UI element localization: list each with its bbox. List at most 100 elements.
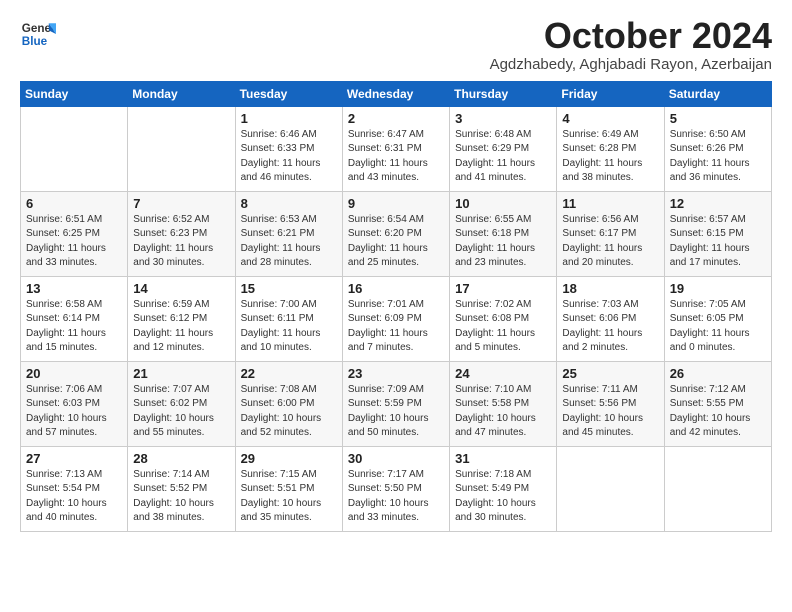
calendar-day-cell: 10Sunrise: 6:55 AM Sunset: 6:18 PM Dayli… [450, 191, 557, 276]
day-info: Sunrise: 7:17 AM Sunset: 5:50 PM Dayligh… [348, 468, 444, 526]
day-info: Sunrise: 7:01 AM Sunset: 6:09 PM Dayligh… [348, 298, 444, 356]
day-number: 17 [455, 281, 551, 296]
calendar-day-cell: 23 Sunrise: 7:09 AM Sunset: 5:59 PM Dayli… [342, 361, 449, 446]
calendar-day-cell: 15Sunrise: 7:00 AM Sunset: 6:11 PM Dayli… [235, 276, 342, 361]
calendar-day-cell: 9Sunrise: 6:54 AM Sunset: 6:20 PM Daylig… [342, 191, 449, 276]
day-info: Sunrise: 6:53 AM Sunset: 6:21 PM Dayligh… [241, 213, 337, 271]
page-header: General Blue October 2024 Agdzhabedy, Ag… [20, 16, 772, 73]
day-info: Sunrise: 6:51 AM Sunset: 6:25 PM Dayligh… [26, 213, 122, 271]
day-info: Sunrise: 7:08 AM Sunset: 6:00 PM Dayligh… [241, 383, 337, 441]
calendar-day-cell: 8 Sunrise: 6:53 AM Sunset: 6:21 PM Daylig… [235, 191, 342, 276]
day-info: Sunrise: 6:49 AM Sunset: 6:28 PM Dayligh… [562, 128, 658, 186]
calendar-day-cell: 31 Sunrise: 7:18 AM Sunset: 5:49 PM Dayli… [450, 446, 557, 531]
day-info: Sunrise: 7:10 AM Sunset: 5:58 PM Dayligh… [455, 383, 551, 441]
day-number: 6 [26, 196, 122, 211]
day-number: 28 [133, 451, 229, 466]
calendar-header-row: SundayMondayTuesdayWednesdayThursdayFrid… [21, 81, 772, 106]
day-number: 24 [455, 366, 551, 381]
header-saturday: Saturday [664, 81, 771, 106]
day-info: Sunrise: 6:47 AM Sunset: 6:31 PM Dayligh… [348, 128, 444, 186]
header-wednesday: Wednesday [342, 81, 449, 106]
day-number: 27 [26, 451, 122, 466]
logo: General Blue [20, 16, 56, 52]
header-monday: Monday [128, 81, 235, 106]
calendar-day-cell: 18 Sunrise: 7:03 AM Sunset: 6:06 PM Dayli… [557, 276, 664, 361]
day-number: 18 [562, 281, 658, 296]
svg-text:Blue: Blue [22, 35, 48, 48]
day-number: 31 [455, 451, 551, 466]
day-number: 7 [133, 196, 229, 211]
day-number: 10 [455, 196, 551, 211]
calendar-table: SundayMondayTuesdayWednesdayThursdayFrid… [20, 81, 772, 532]
day-number: 30 [348, 451, 444, 466]
calendar-week-row: 27 Sunrise: 7:13 AM Sunset: 5:54 PM Dayli… [21, 446, 772, 531]
calendar-day-cell: 22 Sunrise: 7:08 AM Sunset: 6:00 PM Dayli… [235, 361, 342, 446]
calendar-day-cell: 24 Sunrise: 7:10 AM Sunset: 5:58 PM Dayli… [450, 361, 557, 446]
day-number: 23 [348, 366, 444, 381]
day-number: 4 [562, 111, 658, 126]
day-info: Sunrise: 7:18 AM Sunset: 5:49 PM Dayligh… [455, 468, 551, 526]
day-info: Sunrise: 7:02 AM Sunset: 6:08 PM Dayligh… [455, 298, 551, 356]
calendar-empty-cell [128, 106, 235, 191]
day-info: Sunrise: 7:03 AM Sunset: 6:06 PM Dayligh… [562, 298, 658, 356]
header-sunday: Sunday [21, 81, 128, 106]
header-thursday: Thursday [450, 81, 557, 106]
calendar-day-cell: 16 Sunrise: 7:01 AM Sunset: 6:09 PM Dayli… [342, 276, 449, 361]
day-info: Sunrise: 7:15 AM Sunset: 5:51 PM Dayligh… [241, 468, 337, 526]
day-info: Sunrise: 6:56 AM Sunset: 6:17 PM Dayligh… [562, 213, 658, 271]
calendar-day-cell: 5 Sunrise: 6:50 AM Sunset: 6:26 PM Daylig… [664, 106, 771, 191]
calendar-day-cell: 14Sunrise: 6:59 AM Sunset: 6:12 PM Dayli… [128, 276, 235, 361]
day-info: Sunrise: 7:12 AM Sunset: 5:55 PM Dayligh… [670, 383, 766, 441]
calendar-week-row: 6 Sunrise: 6:51 AM Sunset: 6:25 PM Daylig… [21, 191, 772, 276]
day-number: 5 [670, 111, 766, 126]
calendar-day-cell: 28 Sunrise: 7:14 AM Sunset: 5:52 PM Dayli… [128, 446, 235, 531]
day-info: Sunrise: 7:14 AM Sunset: 5:52 PM Dayligh… [133, 468, 229, 526]
day-number: 14 [133, 281, 229, 296]
day-info: Sunrise: 6:58 AM Sunset: 6:14 PM Dayligh… [26, 298, 122, 356]
day-info: Sunrise: 7:06 AM Sunset: 6:03 PM Dayligh… [26, 383, 122, 441]
day-number: 20 [26, 366, 122, 381]
day-number: 3 [455, 111, 551, 126]
calendar-empty-cell [21, 106, 128, 191]
day-info: Sunrise: 7:05 AM Sunset: 6:05 PM Dayligh… [670, 298, 766, 356]
month-title: October 2024 [490, 16, 772, 56]
calendar-day-cell: 20 Sunrise: 7:06 AM Sunset: 6:03 PM Dayli… [21, 361, 128, 446]
calendar-week-row: 13 Sunrise: 6:58 AM Sunset: 6:14 PM Dayli… [21, 276, 772, 361]
day-number: 21 [133, 366, 229, 381]
calendar-day-cell: 2 Sunrise: 6:47 AM Sunset: 6:31 PM Daylig… [342, 106, 449, 191]
day-number: 29 [241, 451, 337, 466]
day-info: Sunrise: 6:57 AM Sunset: 6:15 PM Dayligh… [670, 213, 766, 271]
day-number: 8 [241, 196, 337, 211]
day-info: Sunrise: 7:13 AM Sunset: 5:54 PM Dayligh… [26, 468, 122, 526]
day-number: 2 [348, 111, 444, 126]
day-number: 26 [670, 366, 766, 381]
calendar-day-cell: 7 Sunrise: 6:52 AM Sunset: 6:23 PM Daylig… [128, 191, 235, 276]
calendar-empty-cell [664, 446, 771, 531]
day-number: 1 [241, 111, 337, 126]
day-info: Sunrise: 6:50 AM Sunset: 6:26 PM Dayligh… [670, 128, 766, 186]
day-info: Sunrise: 6:46 AM Sunset: 6:33 PM Dayligh… [241, 128, 337, 186]
day-number: 13 [26, 281, 122, 296]
calendar-day-cell: 17 Sunrise: 7:02 AM Sunset: 6:08 PM Dayli… [450, 276, 557, 361]
calendar-day-cell: 29 Sunrise: 7:15 AM Sunset: 5:51 PM Dayli… [235, 446, 342, 531]
logo-icon: General Blue [20, 16, 56, 52]
calendar-day-cell: 1 Sunrise: 6:46 AM Sunset: 6:33 PM Daylig… [235, 106, 342, 191]
calendar-week-row: 20 Sunrise: 7:06 AM Sunset: 6:03 PM Dayli… [21, 361, 772, 446]
calendar-day-cell: 21Sunrise: 7:07 AM Sunset: 6:02 PM Dayli… [128, 361, 235, 446]
day-number: 25 [562, 366, 658, 381]
day-number: 16 [348, 281, 444, 296]
calendar-day-cell: 13 Sunrise: 6:58 AM Sunset: 6:14 PM Dayli… [21, 276, 128, 361]
day-number: 22 [241, 366, 337, 381]
calendar-day-cell: 6 Sunrise: 6:51 AM Sunset: 6:25 PM Daylig… [21, 191, 128, 276]
calendar-day-cell: 30 Sunrise: 7:17 AM Sunset: 5:50 PM Dayli… [342, 446, 449, 531]
day-number: 11 [562, 196, 658, 211]
day-info: Sunrise: 7:09 AM Sunset: 5:59 PM Dayligh… [348, 383, 444, 441]
location-subtitle: Agdzhabedy, Aghjabadi Rayon, Azerbaijan [490, 56, 772, 73]
day-info: Sunrise: 6:54 AM Sunset: 6:20 PM Dayligh… [348, 213, 444, 271]
calendar-empty-cell [557, 446, 664, 531]
header-tuesday: Tuesday [235, 81, 342, 106]
calendar-day-cell: 25Sunrise: 7:11 AM Sunset: 5:56 PM Dayli… [557, 361, 664, 446]
day-number: 19 [670, 281, 766, 296]
calendar-day-cell: 3Sunrise: 6:48 AM Sunset: 6:29 PM Daylig… [450, 106, 557, 191]
day-info: Sunrise: 6:52 AM Sunset: 6:23 PM Dayligh… [133, 213, 229, 271]
